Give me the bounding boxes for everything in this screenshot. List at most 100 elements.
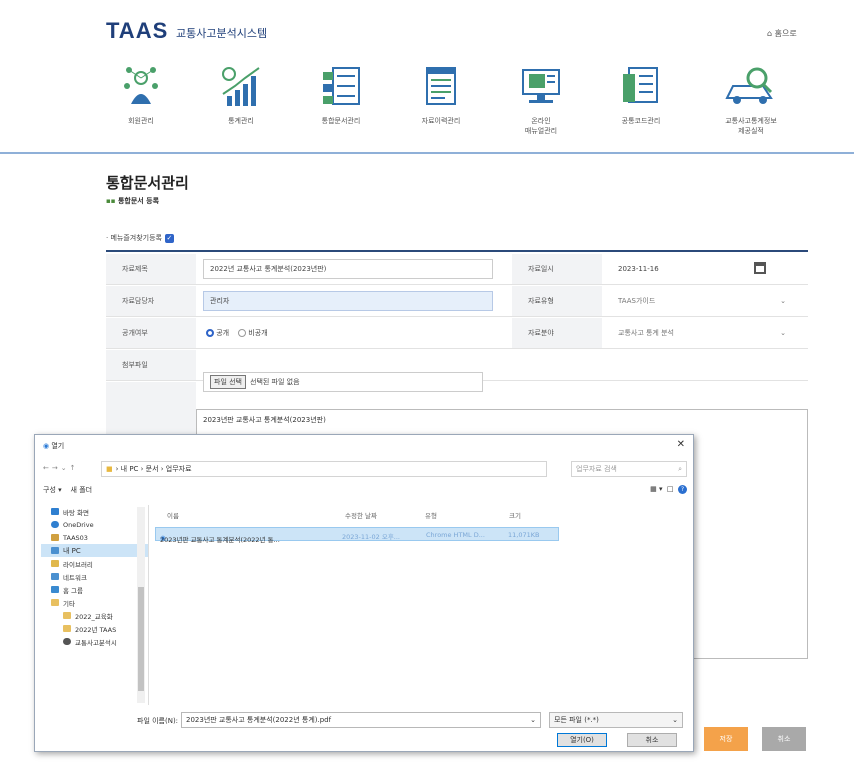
network-icon	[51, 573, 59, 580]
file-row-selected[interactable]: ◉ 2023년판 교통사고 통계분석(2022년 통... 2023-11-02…	[155, 527, 559, 544]
column-type[interactable]: 유형	[425, 510, 437, 520]
tree-scrollbar[interactable]	[137, 507, 145, 703]
file-select-button[interactable]: 파일 선택	[210, 375, 246, 389]
tree-item[interactable]: 바탕 화면	[41, 505, 148, 518]
new-folder-button[interactable]: 새 폴더	[71, 486, 93, 494]
cloud-icon	[51, 521, 59, 528]
close-icon[interactable]: ✕	[677, 439, 685, 450]
file-date: 2023-11-02 오후...	[342, 533, 400, 541]
public-radio-group: 공개 비공개	[206, 328, 268, 338]
file-list-header: 이름 수정한 날짜 유형 크기	[155, 507, 575, 521]
folder-tree: 바탕 화면 OneDrive TAAS03 내 PC 라이브러리 네트워크 홈 …	[41, 505, 149, 705]
row-divider	[106, 316, 808, 317]
filename-input[interactable]: 2023년판 교통사고 통계분석(2022년 통계).pdf ⌄	[181, 712, 541, 728]
nav-item-code[interactable]: 공통코드관리	[596, 64, 686, 126]
date-label: 자료일시	[512, 254, 602, 284]
file-input[interactable]: 파일 선택 선택된 파일 없음	[203, 372, 483, 392]
breadcrumb-icon: ▪▪	[106, 197, 116, 205]
column-modified[interactable]: 수정한 날짜	[345, 510, 377, 520]
chevron-down-icon: ⌄	[780, 297, 786, 305]
category-label: 자료분야	[512, 318, 602, 348]
favorite-checkbox-icon[interactable]: ✓	[164, 233, 174, 243]
type-label: 자료유형	[512, 286, 602, 316]
public-no-radio[interactable]	[238, 329, 247, 337]
date-input[interactable]: 2023-11-16	[612, 259, 772, 279]
open-button[interactable]: 열기(O)	[557, 733, 607, 747]
nav-item-member[interactable]: 회원관리	[96, 64, 186, 126]
home-link[interactable]: ⌂ 홈으로	[767, 28, 797, 39]
user-icon	[51, 534, 59, 541]
tree-item[interactable]: 2022년 TAAS	[41, 622, 148, 635]
title-label: 자료제목	[106, 254, 196, 284]
statistics-chart-icon	[222, 67, 260, 106]
author-label: 자료담당자	[106, 286, 196, 316]
chrome-icon: ◉	[43, 442, 50, 450]
search-icon: ⌕	[678, 464, 682, 473]
scrollbar-thumb[interactable]	[138, 587, 144, 691]
filetype-select[interactable]: 모든 파일 (*.*) ⌄	[549, 712, 683, 728]
system-name: 교통사고분석시스템	[176, 27, 268, 40]
title-input[interactable]: 2022년 교통사고 통계분석(2023년판)	[203, 259, 493, 279]
folder-icon	[63, 612, 71, 619]
document-list-icon	[323, 67, 360, 105]
tree-item[interactable]: TAAS03	[41, 531, 148, 544]
page: TAAS 교통사고분석시스템 ⌂ 홈으로 회원관리 통계관리 통합문서관리 자료…	[0, 0, 854, 770]
folder-icon: ■	[106, 465, 113, 473]
type-select[interactable]: TAAS가이드 ⌄	[612, 291, 792, 311]
column-name[interactable]: 이름	[167, 510, 179, 520]
home-icon: ⌂	[767, 29, 773, 38]
filename-label: 파일 이름(N):	[137, 717, 179, 725]
tree-item[interactable]: 네트워크	[41, 570, 148, 583]
view-options[interactable]: ▦ ▾ □ ?	[650, 485, 687, 494]
category-select[interactable]: 교통사고 통계 분석 ⌄	[612, 323, 792, 343]
file-label: 첨부파일	[106, 350, 196, 380]
file-size: 11,071KB	[508, 531, 540, 539]
file-type: Chrome HTML D...	[426, 531, 485, 539]
cancel-button[interactable]: 취소	[762, 727, 806, 751]
tree-item-selected[interactable]: 내 PC	[41, 544, 148, 557]
save-button[interactable]: 저장	[704, 727, 748, 751]
computer-icon	[51, 547, 59, 554]
public-yes-radio[interactable]	[206, 329, 214, 337]
nav-arrows[interactable]: ←→⌄↑	[43, 464, 78, 472]
monitor-manual-icon	[522, 69, 560, 103]
dialog-search-input[interactable]: 업무자료 검색 ⌕	[571, 461, 687, 477]
organize-button[interactable]: 구성 ▾	[43, 486, 62, 494]
library-icon	[51, 560, 59, 567]
chevron-down-icon: ⌄	[672, 716, 678, 724]
header-divider	[0, 152, 854, 154]
page-title: 통합문서관리	[106, 174, 189, 192]
tree-item[interactable]: OneDrive	[41, 518, 148, 531]
row-divider	[106, 348, 808, 349]
member-network-icon	[124, 67, 158, 104]
folder-icon	[51, 599, 59, 606]
column-size[interactable]: 크기	[509, 510, 521, 520]
author-input[interactable]: 관리자	[203, 291, 493, 311]
calendar-icon[interactable]	[754, 262, 766, 274]
dialog-cancel-button[interactable]: 취소	[627, 733, 677, 747]
chevron-down-icon: ⌄	[530, 716, 536, 724]
row-divider	[106, 284, 808, 285]
code-list-icon	[623, 67, 658, 103]
folder-icon	[63, 625, 71, 632]
dialog-title: ◉ 열기	[43, 442, 65, 450]
tree-item[interactable]: 홈 그룹	[41, 583, 148, 596]
public-label: 공개여부	[106, 318, 196, 348]
homegroup-icon	[51, 586, 59, 593]
breadcrumb: ▪▪ 통합문서 등록	[106, 197, 160, 205]
desktop-icon	[51, 508, 59, 515]
nav-item-statistics[interactable]: 통계관리	[196, 64, 286, 126]
help-icon[interactable]: ?	[678, 485, 687, 494]
chevron-down-icon: ⌄	[780, 329, 786, 337]
tree-item[interactable]: 라이브러리	[41, 557, 148, 570]
tree-item[interactable]: 교통사고분석시	[41, 635, 148, 648]
address-bar[interactable]: ■ › 내 PC › 문서 › 업무자료	[101, 461, 547, 477]
favorite-register[interactable]: · 메뉴즐겨찾기등록 ✓	[106, 233, 174, 243]
nav-item-provision[interactable]: 교통사고통계정보 제공실적	[706, 64, 796, 136]
nav-item-history[interactable]: 자료이력관리	[396, 64, 486, 126]
tree-item[interactable]: 기타	[41, 596, 148, 609]
tree-item[interactable]: 2022_교육화	[41, 609, 148, 622]
nav-item-manual[interactable]: 온라인 매뉴얼관리	[496, 64, 586, 136]
taas-logo[interactable]: TAAS	[106, 18, 168, 44]
nav-item-documents[interactable]: 통합문서관리	[296, 64, 386, 126]
